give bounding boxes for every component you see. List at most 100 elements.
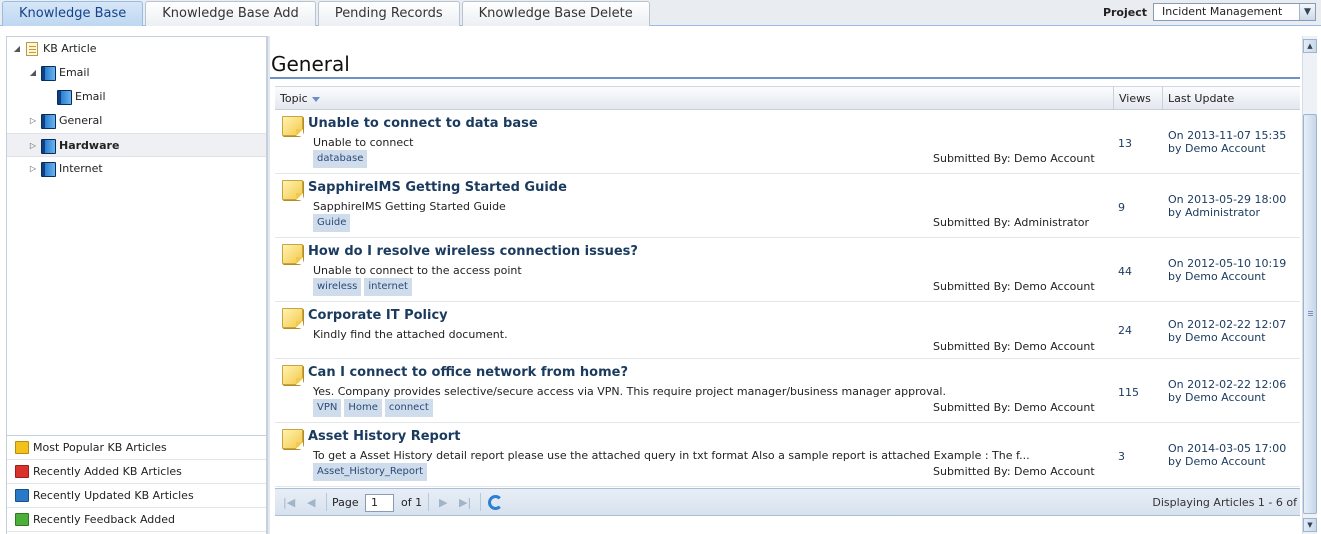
scrollbar-thumb[interactable] xyxy=(1303,114,1317,514)
update-by: by Demo Account xyxy=(1168,331,1266,344)
table-row[interactable]: Asset History Report To get a Asset Hist… xyxy=(275,423,1300,487)
last-update: On 2013-05-29 18:00 by Administrator xyxy=(1168,193,1286,219)
last-page-icon[interactable]: ▶| xyxy=(459,496,471,509)
link-recently-feedback[interactable]: Recently Feedback Added xyxy=(7,508,266,532)
article-description: Unable to connect xyxy=(313,136,414,149)
note-icon xyxy=(282,244,303,264)
note-icon xyxy=(282,365,303,385)
article-description: To get a Asset History detail report ple… xyxy=(313,449,1030,462)
scroll-down-icon[interactable]: ▼ xyxy=(1303,518,1317,532)
tree-item-internet[interactable]: ▷ Internet xyxy=(7,157,266,181)
tag[interactable]: wireless xyxy=(313,278,362,296)
page-title: General xyxy=(271,52,350,76)
submitted-by: Submitted By: Demo Account xyxy=(933,280,1095,293)
link-recently-added[interactable]: Recently Added KB Articles xyxy=(7,460,266,484)
sort-desc-icon[interactable] xyxy=(311,96,320,102)
tab-knowledge-base[interactable]: Knowledge Base xyxy=(2,1,144,26)
collapsed-arrow-icon[interactable]: ▷ xyxy=(28,109,38,133)
tree-item-kb-article[interactable]: ◢ KB Article xyxy=(7,37,266,61)
tree-item-hardware[interactable]: ▷ Hardware xyxy=(7,133,266,157)
column-header-last-update[interactable]: Last Update xyxy=(1162,87,1300,110)
update-date: On 2014-03-05 17:00 xyxy=(1168,442,1287,455)
refresh-icon[interactable] xyxy=(488,495,503,510)
note-icon xyxy=(282,116,303,136)
tag[interactable]: connect xyxy=(384,399,433,417)
paging-status: Displaying Articles 1 - 6 of xyxy=(1152,496,1297,509)
link-label: Recently Updated KB Articles xyxy=(33,488,194,502)
article-title-link[interactable]: Asset History Report xyxy=(308,429,460,444)
articles-grid: Topic Views Last Update Unable to connec… xyxy=(275,86,1300,514)
page-count-label: of 1 xyxy=(401,496,423,509)
tab-knowledge-base-add[interactable]: Knowledge Base Add xyxy=(145,1,316,26)
project-label: Project xyxy=(1102,5,1147,19)
article-title-link[interactable]: SapphireIMS Getting Started Guide xyxy=(308,180,567,195)
column-header-views[interactable]: Views xyxy=(1113,87,1162,110)
tree-item-label: KB Article xyxy=(43,42,97,55)
tag-list: database xyxy=(313,150,370,168)
collapsed-arrow-icon[interactable]: ▷ xyxy=(28,157,38,181)
link-most-popular[interactable]: Most Popular KB Articles xyxy=(7,436,266,460)
title-divider xyxy=(270,77,1300,79)
link-recently-updated[interactable]: Recently Updated KB Articles xyxy=(7,484,266,508)
tab-knowledge-base-delete[interactable]: Knowledge Base Delete xyxy=(461,1,650,26)
book-icon xyxy=(41,139,56,154)
link-label: Most Popular KB Articles xyxy=(33,440,167,454)
last-update: On 2012-02-22 12:07 by Demo Account xyxy=(1168,318,1286,344)
project-selector: Project Incident Management ▼ xyxy=(1103,3,1316,21)
book-icon xyxy=(57,90,72,105)
tag[interactable]: internet xyxy=(364,278,412,296)
tab-pending-records[interactable]: Pending Records xyxy=(317,1,460,26)
tree-item-label: Internet xyxy=(59,162,103,175)
tag-list: wireless internet xyxy=(313,278,415,296)
tag[interactable]: Home xyxy=(344,399,382,417)
top-tab-bar: Knowledge Base Knowledge Base Add Pendin… xyxy=(0,0,1321,26)
collapsed-arrow-icon[interactable]: ▷ xyxy=(28,134,38,158)
chevron-down-icon[interactable]: ▼ xyxy=(1299,4,1315,20)
tree-item-email[interactable]: ◢ Email xyxy=(7,61,266,85)
table-row[interactable]: Corporate IT Policy Kindly find the atta… xyxy=(275,302,1300,359)
article-title-link[interactable]: Can I connect to office network from hom… xyxy=(308,365,628,380)
article-title-link[interactable]: How do I resolve wireless connection iss… xyxy=(308,244,638,259)
project-dropdown[interactable]: Incident Management ▼ xyxy=(1153,3,1316,21)
yellow-book-icon xyxy=(15,441,29,454)
tree-item-general[interactable]: ▷ General xyxy=(7,109,266,133)
last-update: On 2012-02-22 12:06 by Demo Account xyxy=(1168,378,1286,404)
scroll-up-icon[interactable]: ▲ xyxy=(1303,39,1317,53)
vertical-scrollbar[interactable]: ▲ ▼ xyxy=(1302,36,1317,534)
view-count: 3 xyxy=(1118,450,1125,463)
last-update: On 2014-03-05 17:00 by Demo Account xyxy=(1168,442,1286,468)
column-label: Last Update xyxy=(1168,92,1235,105)
article-title-link[interactable]: Corporate IT Policy xyxy=(308,308,448,323)
link-label: Recently Added KB Articles xyxy=(33,464,182,478)
article-description: SapphireIMS Getting Started Guide xyxy=(313,200,506,213)
article-title-link[interactable]: Unable to connect to data base xyxy=(308,116,538,131)
project-dropdown-value: Incident Management xyxy=(1162,5,1283,18)
main-content: General Topic Views Last Update Unable t… xyxy=(270,36,1302,534)
next-page-icon[interactable]: ▶ xyxy=(439,496,447,509)
tag[interactable]: Asset_History_Report xyxy=(313,463,428,481)
update-by: by Demo Account xyxy=(1168,455,1266,468)
last-update: On 2012-05-10 10:19 by Demo Account xyxy=(1168,257,1286,283)
expanded-arrow-icon[interactable]: ◢ xyxy=(28,61,38,85)
tag-list: Asset_History_Report xyxy=(313,463,430,481)
category-panel: ◢ KB Article ◢ Email Email ▷ General ▷ H… xyxy=(6,36,267,534)
table-row[interactable]: How do I resolve wireless connection iss… xyxy=(275,238,1300,302)
toolbar-separator xyxy=(326,493,327,511)
table-row[interactable]: Can I connect to office network from hom… xyxy=(275,359,1300,423)
tag[interactable]: database xyxy=(313,150,368,168)
view-count: 13 xyxy=(1118,137,1132,150)
tag[interactable]: Guide xyxy=(313,214,351,232)
submitted-by: Submitted By: Demo Account xyxy=(933,340,1095,353)
article-description: Unable to connect to the access point xyxy=(313,264,522,277)
page-number-input[interactable]: 1 xyxy=(365,494,394,512)
table-row[interactable]: SapphireIMS Getting Started Guide Sapphi… xyxy=(275,174,1300,238)
tree-item-label: Email xyxy=(59,66,90,79)
expanded-arrow-icon[interactable]: ◢ xyxy=(12,37,22,61)
kb-article-icon xyxy=(24,41,40,57)
table-row[interactable]: Unable to connect to data base Unable to… xyxy=(275,110,1300,174)
column-header-topic[interactable]: Topic xyxy=(275,87,1113,110)
tag[interactable]: VPN xyxy=(313,399,342,417)
first-page-icon[interactable]: |◀ xyxy=(283,496,295,509)
prev-page-icon[interactable]: ◀ xyxy=(307,496,315,509)
tree-item-email-child[interactable]: Email xyxy=(7,85,266,109)
